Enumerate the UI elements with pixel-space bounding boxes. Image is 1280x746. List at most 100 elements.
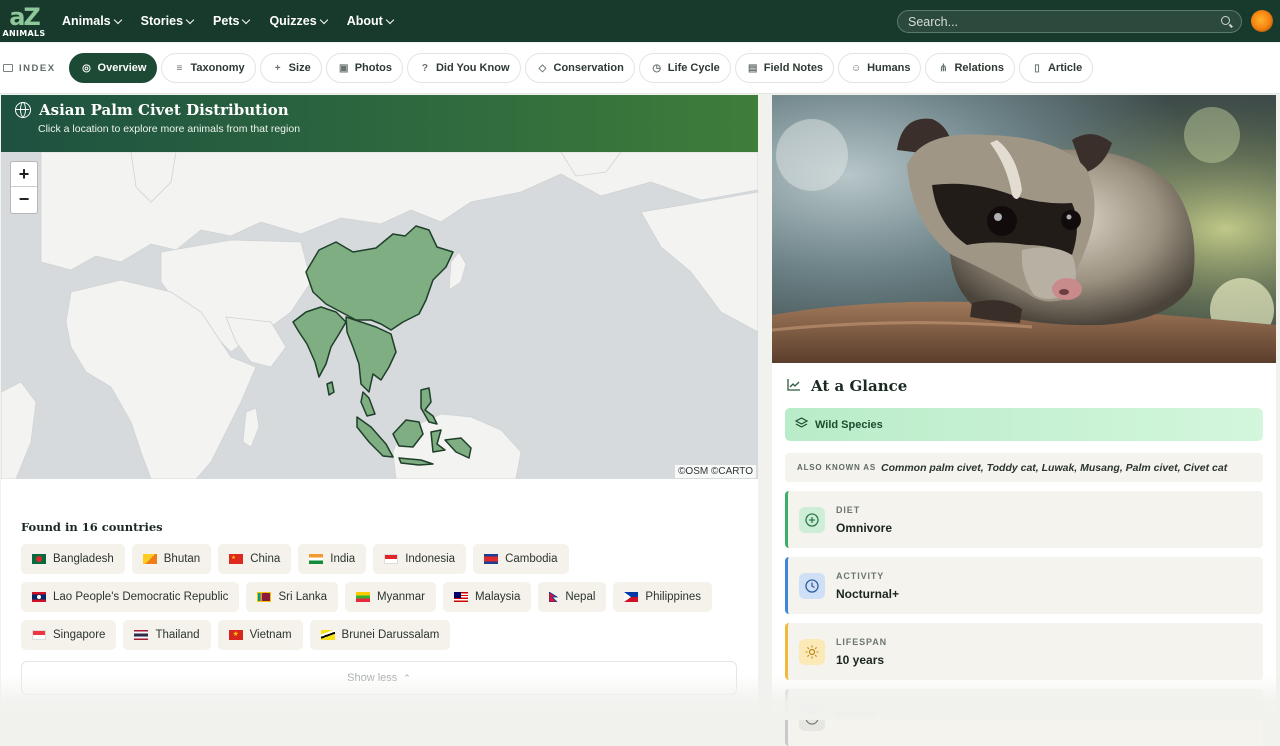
clock-svg bbox=[805, 578, 819, 593]
document-icon: ▯ bbox=[1034, 62, 1040, 74]
tab-conservation[interactable]: ◇ Conservation bbox=[524, 53, 635, 83]
tab-field-notes[interactable]: ▤ Field Notes bbox=[734, 53, 835, 83]
fact-activity-text: ACTIVITY Nocturnal+ bbox=[836, 571, 899, 601]
ruler-icon: + bbox=[274, 62, 281, 74]
country-chip-indonesia[interactable]: Indonesia bbox=[373, 544, 467, 574]
site-logo[interactable]: aZ ANIMALS bbox=[1, 0, 47, 42]
country-chip-brunei[interactable]: Brunei Darussalam bbox=[309, 620, 451, 650]
menu-quizzes[interactable]: Quizzes bbox=[269, 14, 328, 28]
country-chip-malaysia[interactable]: Malaysia bbox=[442, 582, 532, 612]
distribution-subtitle: Click a location to explore more animals… bbox=[38, 123, 301, 135]
fact-value: 10 years bbox=[836, 652, 885, 667]
tab-article[interactable]: ▯ Article bbox=[1018, 53, 1094, 83]
list-icon: ≡ bbox=[176, 62, 183, 74]
search-icon[interactable] bbox=[1221, 16, 1230, 25]
country-chip-bangladesh[interactable]: Bangladesh bbox=[21, 544, 125, 574]
country-chip-bhutan[interactable]: Bhutan bbox=[131, 544, 212, 574]
scale-icon bbox=[799, 704, 825, 731]
country-name: Sri Lanka bbox=[278, 591, 328, 603]
country-chip-philippines[interactable]: Philippines bbox=[613, 582, 713, 612]
index-text: INDEX bbox=[19, 62, 56, 74]
country-name: India bbox=[330, 553, 356, 565]
layers-icon bbox=[794, 416, 809, 433]
flag-singapore-icon bbox=[32, 630, 46, 640]
country-name: China bbox=[250, 553, 281, 565]
show-less-label: Show less bbox=[347, 672, 398, 684]
show-less-button[interactable]: Show less ⌃ bbox=[21, 661, 737, 695]
tab-humans[interactable]: ☺ Humans bbox=[838, 53, 922, 83]
fact-diet: DIET Omnivore bbox=[785, 491, 1263, 548]
tab-label: Taxonomy bbox=[190, 62, 245, 74]
fact-lifespan: LIFESPAN 10 years bbox=[785, 623, 1263, 680]
country-name: Bangladesh bbox=[53, 553, 114, 565]
theme-toggle-icon[interactable] bbox=[1251, 10, 1273, 32]
flag-china-icon: ★ bbox=[229, 554, 244, 564]
country-chip-india[interactable]: India bbox=[298, 544, 367, 574]
shield-icon: ◇ bbox=[538, 62, 547, 74]
country-chip-nepal[interactable]: Nepal bbox=[538, 582, 607, 612]
flag-myanmar-icon bbox=[356, 592, 371, 602]
country-name: Vietnam bbox=[249, 629, 292, 641]
at-a-glance-card: At a Glance Wild Species ALSO KNOWN AS C… bbox=[772, 363, 1276, 746]
tab-label: Relations bbox=[954, 62, 1004, 74]
zoom-controls: + − bbox=[10, 161, 38, 214]
distribution-title-text: Asian Palm Civet Distribution bbox=[39, 101, 289, 119]
country-chip-thailand[interactable]: Thailand bbox=[123, 620, 211, 650]
fact-weight-text: WEIGHT bbox=[836, 710, 877, 726]
country-name: Malaysia bbox=[474, 591, 521, 603]
sun-svg bbox=[805, 645, 819, 658]
aka-value: Common palm civet, Toddy cat, Luwak, Mus… bbox=[881, 461, 1228, 474]
menu-animals[interactable]: Animals bbox=[62, 14, 122, 28]
tab-label: Life Cycle bbox=[667, 62, 720, 74]
tab-overview[interactable]: ◎ Overview bbox=[68, 53, 158, 83]
country-chip-sri-lanka[interactable]: Sri Lanka bbox=[246, 582, 339, 612]
question-icon: ? bbox=[421, 62, 429, 74]
menu-pets[interactable]: Pets bbox=[213, 14, 251, 28]
also-known-as: ALSO KNOWN AS Common palm civet, Toddy c… bbox=[785, 453, 1263, 482]
distribution-map[interactable]: + − ©OSM ©CARTO bbox=[1, 152, 758, 479]
country-chip-cambodia[interactable]: Cambodia bbox=[473, 544, 569, 574]
tab-taxonomy[interactable]: ≡ Taxonomy bbox=[161, 53, 256, 83]
country-chip-singapore[interactable]: Singapore bbox=[21, 620, 117, 650]
tab-label: Overview bbox=[97, 62, 147, 74]
menu-about[interactable]: About bbox=[347, 14, 395, 28]
menu-stories[interactable]: Stories bbox=[141, 14, 195, 28]
country-chip-myanmar[interactable]: Myanmar bbox=[345, 582, 436, 612]
zoom-in-button[interactable]: + bbox=[11, 162, 37, 187]
country-chip-china[interactable]: ★ China bbox=[218, 544, 292, 574]
tab-size[interactable]: + Size bbox=[259, 53, 322, 83]
tab-photos[interactable]: ▣ Photos bbox=[325, 53, 403, 83]
animal-photo[interactable] bbox=[772, 95, 1276, 363]
fact-label: ACTIVITY bbox=[836, 570, 885, 581]
countries-heading: Found in 16 countries bbox=[21, 520, 163, 534]
distribution-title: Asian Palm Civet Distribution bbox=[15, 101, 744, 119]
clock-icon: ◷ bbox=[652, 62, 662, 74]
people-icon: ☺ bbox=[850, 62, 862, 74]
countries-section: Found in 16 countries Bangladesh Bhutan … bbox=[1, 479, 758, 695]
country-name: Bhutan bbox=[163, 553, 201, 565]
country-name: Philippines bbox=[645, 591, 702, 603]
index-label[interactable]: INDEX bbox=[3, 63, 56, 74]
chevron-down-icon bbox=[385, 15, 395, 24]
logo-mark: aZ bbox=[9, 2, 41, 31]
image-icon: ▣ bbox=[338, 62, 349, 74]
globe-icon bbox=[15, 102, 31, 118]
tab-label: Field Notes bbox=[763, 62, 824, 74]
fact-label: WEIGHT bbox=[836, 709, 878, 720]
tab-life-cycle[interactable]: ◷ Life Cycle bbox=[638, 53, 731, 83]
plus-circle-svg bbox=[805, 512, 819, 527]
flag-malaysia-icon bbox=[453, 592, 468, 602]
chevron-down-icon bbox=[319, 15, 328, 24]
zoom-out-button[interactable]: − bbox=[11, 187, 37, 212]
country-chip-laos[interactable]: Lao People's Democratic Republic bbox=[21, 582, 240, 612]
search-input[interactable] bbox=[908, 14, 1208, 29]
clipboard-icon: ▤ bbox=[748, 62, 758, 74]
map-canvas[interactable] bbox=[1, 152, 758, 479]
tab-label: Article bbox=[1047, 62, 1083, 74]
country-chip-vietnam[interactable]: ★ Vietnam bbox=[217, 620, 303, 650]
tab-label: Conservation bbox=[553, 62, 624, 74]
map-attribution[interactable]: ©OSM ©CARTO bbox=[675, 465, 756, 478]
country-name: Lao People's Democratic Republic bbox=[53, 591, 229, 603]
tab-did-you-know[interactable]: ? Did You Know bbox=[406, 53, 521, 83]
tab-relations[interactable]: ⋔ Relations bbox=[925, 53, 1015, 83]
